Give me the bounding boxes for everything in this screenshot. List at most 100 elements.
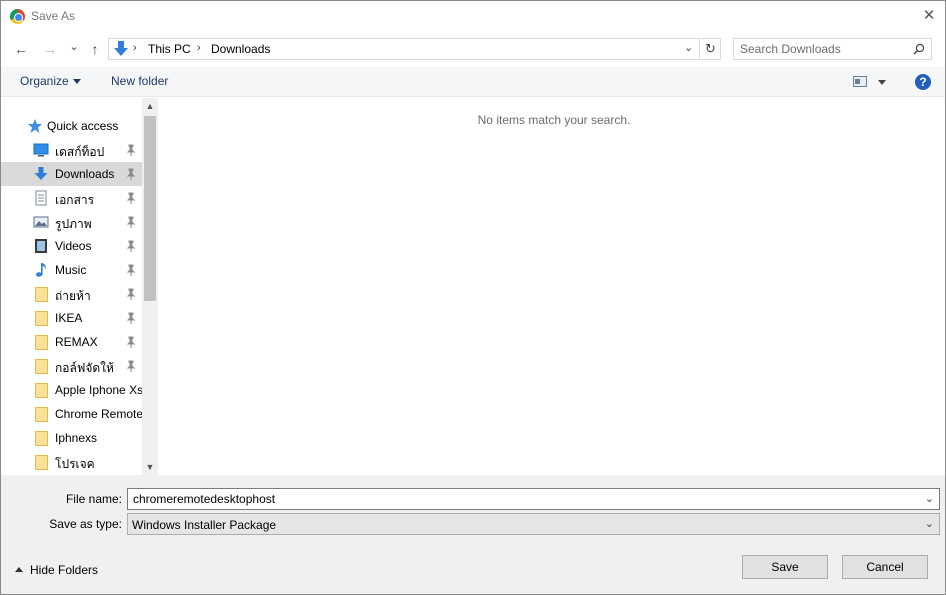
view-options-caret-icon[interactable]: [878, 80, 886, 85]
breadcrumb-this-pc[interactable]: This PC: [148, 42, 191, 56]
search-input[interactable]: [740, 42, 905, 56]
window-title: Save As: [31, 9, 76, 23]
hide-folders-label: Hide Folders: [30, 563, 99, 577]
sidebar-item-videos[interactable]: Videos: [1, 234, 142, 258]
pin-icon[interactable]: [126, 288, 136, 300]
pin-icon[interactable]: [126, 360, 136, 372]
folder-icon: [35, 455, 48, 470]
music-icon: [36, 263, 46, 277]
sidebar-item-label: ถ่ายห้า: [55, 289, 91, 303]
file-list[interactable]: No items match your search.: [159, 98, 945, 475]
breadcrumb-downloads[interactable]: Downloads: [211, 42, 270, 56]
folder-icon: [35, 383, 48, 398]
sidebar-item-documents[interactable]: เอกสาร: [1, 186, 142, 210]
search-icon[interactable]: [913, 43, 925, 55]
sidebar-item-ikea[interactable]: IKEA: [1, 306, 142, 330]
savetype-label: Save as type:: [49, 517, 122, 531]
refresh-icon: ↻: [705, 41, 716, 56]
savetype-select[interactable]: Windows Installer Package ⌄: [127, 513, 940, 535]
pin-icon[interactable]: [126, 216, 136, 228]
pin-icon[interactable]: [126, 240, 136, 252]
sidebar-item-label: กอล์ฟจัดให้: [55, 361, 114, 375]
sidebar-item-pictures[interactable]: รูปภาพ: [1, 210, 142, 234]
sidebar-item-label: Quick access: [47, 119, 119, 133]
change-view-icon[interactable]: [853, 76, 867, 87]
folder-icon: [35, 311, 48, 326]
help-icon[interactable]: ?: [915, 74, 931, 90]
sidebar-item-folder[interactable]: ถ่ายห้า: [1, 282, 142, 306]
organize-button[interactable]: Organize: [20, 74, 81, 88]
sidebar-item-music[interactable]: Music: [1, 258, 142, 282]
folder-icon: [35, 431, 48, 446]
scroll-up-icon[interactable]: ▲: [145, 101, 155, 111]
folder-icon: [35, 287, 48, 302]
save-button[interactable]: Save: [742, 555, 828, 579]
address-bar[interactable]: › This PC › Downloads ⌄: [108, 38, 700, 60]
chevron-down-icon: ⌄: [69, 41, 79, 53]
save-as-dialog: Save As ✕ ← → ⌄ ↑ › This PC › Downloads …: [0, 0, 946, 595]
address-dropdown-icon[interactable]: ⌄: [684, 41, 693, 54]
pin-icon[interactable]: [126, 264, 136, 276]
organize-label: Organize: [20, 74, 69, 88]
sidebar-item-quick-access[interactable]: Quick access: [1, 114, 142, 138]
pin-icon[interactable]: [126, 312, 136, 324]
chevron-down-icon[interactable]: ⌄: [925, 492, 934, 505]
sidebar-item-label: Downloads: [55, 167, 115, 181]
hide-folders-button[interactable]: Hide Folders: [15, 563, 98, 577]
sidebar-item-project[interactable]: โปรเจค: [1, 450, 142, 474]
up-button[interactable]: ↑: [86, 39, 104, 59]
sidebar-item-label: เอกสาร: [55, 193, 95, 207]
folder-icon: [35, 335, 48, 350]
folder-icon: [35, 407, 48, 422]
navigation-pane[interactable]: Quick access เดสก์ท็อป Downloads เอกสาร …: [1, 98, 158, 475]
sidebar-item-chrome-remote[interactable]: Chrome Remote: [1, 402, 143, 426]
scrollbar-thumb[interactable]: [144, 116, 156, 301]
back-button[interactable]: ←: [12, 39, 30, 59]
sidebar-item-apple-iphone-xs[interactable]: Apple Iphone Xs: [1, 378, 144, 402]
pin-icon[interactable]: [126, 336, 136, 348]
cancel-button[interactable]: Cancel: [842, 555, 928, 579]
breadcrumb-separator: ›: [197, 42, 201, 54]
command-bar: Organize New folder: [1, 67, 945, 97]
sidebar-item-label: โปรเจค: [55, 457, 95, 471]
recent-locations-button[interactable]: ⌄: [65, 37, 83, 57]
sidebar-item-desktop[interactable]: เดสก์ท็อป: [1, 138, 142, 162]
refresh-button[interactable]: ↻: [701, 38, 721, 60]
nav-scrollbar[interactable]: ▲ ▼: [142, 98, 158, 475]
forward-button[interactable]: →: [41, 39, 59, 59]
sidebar-item-label: Iphnexs: [55, 431, 98, 445]
search-box[interactable]: [733, 38, 932, 60]
chevron-up-icon: [15, 567, 23, 573]
arrow-right-icon: →: [43, 41, 57, 57]
star-icon: [28, 119, 42, 133]
sidebar-item-label: รูปภาพ: [55, 217, 92, 231]
save-form: File name: ⌄ Save as type: Windows Insta…: [1, 475, 945, 594]
arrow-left-icon: ←: [14, 41, 28, 57]
sidebar-item-label: Music: [55, 263, 87, 277]
folder-icon: [35, 359, 48, 374]
document-icon: [35, 190, 47, 206]
desktop-icon: [33, 143, 49, 157]
sidebar-item-label: REMAX: [55, 335, 98, 349]
new-folder-button[interactable]: New folder: [111, 74, 168, 88]
sidebar-item-downloads[interactable]: Downloads: [1, 162, 142, 186]
filename-input[interactable]: [133, 492, 913, 506]
sidebar-item-folder[interactable]: กอล์ฟจัดให้: [1, 354, 142, 378]
close-icon: ✕: [922, 7, 936, 24]
close-button[interactable]: ✕: [915, 3, 943, 29]
pin-icon[interactable]: [126, 192, 136, 204]
download-icon: [34, 167, 48, 180]
arrow-up-icon: ↑: [91, 41, 99, 57]
caret-down-icon: [72, 79, 81, 85]
scroll-down-icon[interactable]: ▼: [145, 462, 155, 472]
download-icon: [114, 41, 128, 56]
sidebar-item-remax[interactable]: REMAX: [1, 330, 142, 354]
sidebar-item-label: Apple Iphone Xs: [55, 383, 144, 397]
chrome-icon: [10, 9, 25, 24]
filename-label: File name:: [65, 492, 122, 506]
sidebar-item-iphnexs[interactable]: Iphnexs: [1, 426, 142, 450]
pin-icon[interactable]: [126, 144, 136, 156]
savetype-value: Windows Installer Package: [132, 518, 277, 532]
pin-icon[interactable]: [126, 168, 136, 180]
filename-field[interactable]: ⌄: [127, 488, 940, 510]
